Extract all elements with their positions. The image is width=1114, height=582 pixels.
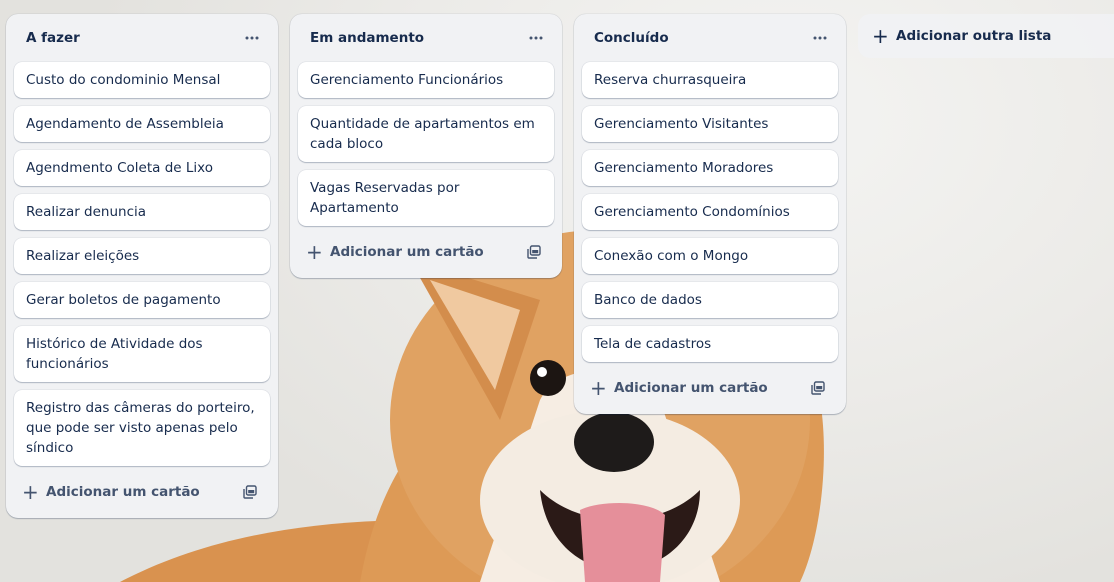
card[interactable]: Gerar boletos de pagamento — [14, 282, 270, 318]
list-em-andamento: Em andamento Gerenciamento Funcionários … — [290, 14, 562, 278]
add-card-label: Adicionar um cartão — [330, 244, 484, 260]
card[interactable]: Gerenciamento Visitantes — [582, 106, 838, 142]
list-header: A fazer — [6, 14, 278, 62]
kanban-board: A fazer Custo do condominio Mensal Agend… — [0, 0, 1114, 582]
list-footer: + Adicionar um cartão — [298, 234, 554, 270]
add-card-button[interactable]: + Adicionar um cartão — [590, 378, 768, 398]
more-horizontal-icon[interactable] — [238, 24, 266, 52]
card-list: Custo do condominio Mensal Agendamento d… — [6, 62, 278, 466]
card[interactable]: Quantidade de apartamentos em cada bloco — [298, 106, 554, 162]
list-footer: + Adicionar um cartão — [582, 370, 838, 406]
list-header: Concluído — [574, 14, 846, 62]
list-concluido: Concluído Reserva churrasqueira Gerencia… — [574, 14, 846, 414]
card-list: Gerenciamento Funcionários Quantidade de… — [290, 62, 562, 226]
card[interactable]: Banco de dados — [582, 282, 838, 318]
add-list-button[interactable]: + Adicionar outra lista — [858, 14, 1114, 58]
card[interactable]: Registro das câmeras do porteiro, que po… — [14, 390, 270, 466]
plus-icon: + — [872, 24, 889, 48]
card[interactable]: Realizar denuncia — [14, 194, 270, 230]
card-template-icon[interactable] — [522, 240, 546, 264]
plus-icon: + — [22, 480, 39, 504]
card[interactable]: Vagas Reservadas por Apartamento — [298, 170, 554, 226]
add-card-label: Adicionar um cartão — [46, 484, 200, 500]
add-list-label: Adicionar outra lista — [896, 28, 1052, 44]
card[interactable]: Gerenciamento Moradores — [582, 150, 838, 186]
add-card-label: Adicionar um cartão — [614, 380, 768, 396]
list-title[interactable]: Em andamento — [310, 30, 424, 46]
card[interactable]: Conexão com o Mongo — [582, 238, 838, 274]
card[interactable]: Custo do condominio Mensal — [14, 62, 270, 98]
card[interactable]: Realizar eleições — [14, 238, 270, 274]
add-card-button[interactable]: + Adicionar um cartão — [306, 242, 484, 262]
list-footer: + Adicionar um cartão — [14, 474, 270, 510]
card-list: Reserva churrasqueira Gerenciamento Visi… — [574, 62, 846, 362]
list-title[interactable]: Concluído — [594, 30, 669, 46]
more-horizontal-icon[interactable] — [806, 24, 834, 52]
card-template-icon[interactable] — [238, 480, 262, 504]
card-template-icon[interactable] — [806, 376, 830, 400]
plus-icon: + — [590, 376, 607, 400]
add-card-button[interactable]: + Adicionar um cartão — [22, 482, 200, 502]
card[interactable]: Gerenciamento Condomínios — [582, 194, 838, 230]
list-title[interactable]: A fazer — [26, 30, 80, 46]
card[interactable]: Agendamento de Assembleia — [14, 106, 270, 142]
card[interactable]: Histórico de Atividade dos funcionários — [14, 326, 270, 382]
list-a-fazer: A fazer Custo do condominio Mensal Agend… — [6, 14, 278, 518]
plus-icon: + — [306, 240, 323, 264]
card[interactable]: Tela de cadastros — [582, 326, 838, 362]
card[interactable]: Gerenciamento Funcionários — [298, 62, 554, 98]
card[interactable]: Agendmento Coleta de Lixo — [14, 150, 270, 186]
card[interactable]: Reserva churrasqueira — [582, 62, 838, 98]
list-header: Em andamento — [290, 14, 562, 62]
more-horizontal-icon[interactable] — [522, 24, 550, 52]
